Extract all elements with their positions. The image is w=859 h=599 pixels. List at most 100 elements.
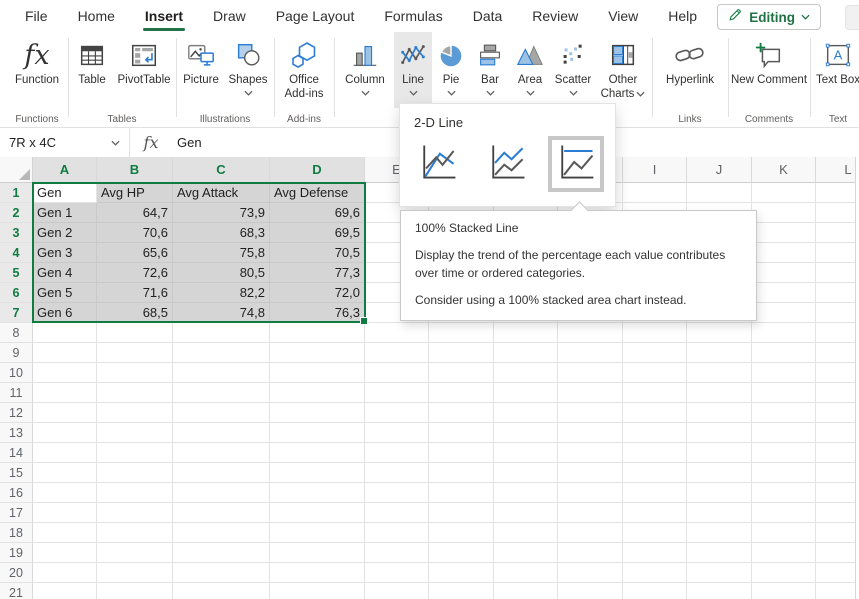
cell-D1[interactable]: Avg Defense	[270, 183, 365, 203]
cell-E10[interactable]	[365, 363, 429, 383]
chart-option-100-stacked-line[interactable]	[548, 136, 604, 192]
tab-file[interactable]: File	[10, 0, 63, 32]
cell-E17[interactable]	[365, 503, 429, 523]
cell-H19[interactable]	[558, 543, 623, 563]
cell-G11[interactable]	[494, 383, 558, 403]
cell-A19[interactable]	[33, 543, 97, 563]
cell-E18[interactable]	[365, 523, 429, 543]
cell-A2[interactable]: Gen 1	[33, 203, 97, 223]
cell-E14[interactable]	[365, 443, 429, 463]
cell-I13[interactable]	[623, 423, 687, 443]
cell-F21[interactable]	[429, 583, 494, 599]
cell-G10[interactable]	[494, 363, 558, 383]
cell-L17[interactable]	[816, 503, 855, 523]
cell-B3[interactable]: 70,6	[97, 223, 173, 243]
text-box-button[interactable]: AText Box	[812, 32, 859, 108]
cell-H21[interactable]	[558, 583, 623, 599]
cell-I19[interactable]	[623, 543, 687, 563]
cell-A13[interactable]	[33, 423, 97, 443]
cell-L19[interactable]	[816, 543, 855, 563]
cell-J19[interactable]	[687, 543, 752, 563]
cell-C4[interactable]: 75,8	[173, 243, 270, 263]
cell-G8[interactable]	[494, 323, 558, 343]
cell-E12[interactable]	[365, 403, 429, 423]
cell-F13[interactable]	[429, 423, 494, 443]
cell-K9[interactable]	[752, 343, 816, 363]
tab-insert[interactable]: Insert	[130, 0, 198, 32]
bar-button[interactable]: Bar	[470, 32, 510, 108]
cell-I21[interactable]	[623, 583, 687, 599]
cell-B9[interactable]	[97, 343, 173, 363]
cell-B5[interactable]: 72,6	[97, 263, 173, 283]
row-header-5[interactable]: 5	[0, 263, 33, 283]
tab-data[interactable]: Data	[458, 0, 518, 32]
chart-option-stacked-line[interactable]	[479, 136, 535, 192]
row-header-6[interactable]: 6	[0, 283, 33, 303]
cell-F9[interactable]	[429, 343, 494, 363]
row-header-14[interactable]: 14	[0, 443, 33, 463]
cell-F17[interactable]	[429, 503, 494, 523]
cell-B2[interactable]: 64,7	[97, 203, 173, 223]
cell-H16[interactable]	[558, 483, 623, 503]
cell-L2[interactable]	[816, 203, 855, 223]
cell-B17[interactable]	[97, 503, 173, 523]
cell-J10[interactable]	[687, 363, 752, 383]
cell-H8[interactable]	[558, 323, 623, 343]
cell-A10[interactable]	[33, 363, 97, 383]
cell-B12[interactable]	[97, 403, 173, 423]
cell-G9[interactable]	[494, 343, 558, 363]
cell-D9[interactable]	[270, 343, 365, 363]
cell-K4[interactable]	[752, 243, 816, 263]
cell-H20[interactable]	[558, 563, 623, 583]
cell-K12[interactable]	[752, 403, 816, 423]
cell-C12[interactable]	[173, 403, 270, 423]
row-header-12[interactable]: 12	[0, 403, 33, 423]
column-header-I[interactable]: I	[623, 157, 687, 183]
cell-A6[interactable]: Gen 5	[33, 283, 97, 303]
row-header-7[interactable]: 7	[0, 303, 33, 323]
cell-A4[interactable]: Gen 3	[33, 243, 97, 263]
tab-review[interactable]: Review	[517, 0, 593, 32]
cell-C1[interactable]: Avg Attack	[173, 183, 270, 203]
other-charts-button[interactable]: Other Charts	[596, 32, 650, 108]
row-header-13[interactable]: 13	[0, 423, 33, 443]
cell-D3[interactable]: 69,5	[270, 223, 365, 243]
cell-F11[interactable]	[429, 383, 494, 403]
cell-D2[interactable]: 69,6	[270, 203, 365, 223]
row-header-15[interactable]: 15	[0, 463, 33, 483]
cell-H11[interactable]	[558, 383, 623, 403]
cell-D8[interactable]	[270, 323, 365, 343]
cell-K21[interactable]	[752, 583, 816, 599]
chart-option-line[interactable]	[410, 136, 466, 192]
cell-L20[interactable]	[816, 563, 855, 583]
cell-D17[interactable]	[270, 503, 365, 523]
cell-A8[interactable]	[33, 323, 97, 343]
cell-G20[interactable]	[494, 563, 558, 583]
cell-C14[interactable]	[173, 443, 270, 463]
cell-D6[interactable]: 72,0	[270, 283, 365, 303]
cell-D20[interactable]	[270, 563, 365, 583]
cell-K16[interactable]	[752, 483, 816, 503]
cell-I10[interactable]	[623, 363, 687, 383]
cell-F14[interactable]	[429, 443, 494, 463]
cell-I14[interactable]	[623, 443, 687, 463]
column-header-C[interactable]: C	[173, 157, 270, 183]
row-header-4[interactable]: 4	[0, 243, 33, 263]
cell-I16[interactable]	[623, 483, 687, 503]
cell-H18[interactable]	[558, 523, 623, 543]
cell-C13[interactable]	[173, 423, 270, 443]
cell-K13[interactable]	[752, 423, 816, 443]
cell-B7[interactable]: 68,5	[97, 303, 173, 323]
row-header-3[interactable]: 3	[0, 223, 33, 243]
cell-E21[interactable]	[365, 583, 429, 599]
cell-D18[interactable]	[270, 523, 365, 543]
cell-A15[interactable]	[33, 463, 97, 483]
cell-L14[interactable]	[816, 443, 855, 463]
cell-L11[interactable]	[816, 383, 855, 403]
cell-L15[interactable]	[816, 463, 855, 483]
cell-B16[interactable]	[97, 483, 173, 503]
cell-E13[interactable]	[365, 423, 429, 443]
cell-J1[interactable]	[687, 183, 752, 203]
cell-L16[interactable]	[816, 483, 855, 503]
row-header-9[interactable]: 9	[0, 343, 33, 363]
